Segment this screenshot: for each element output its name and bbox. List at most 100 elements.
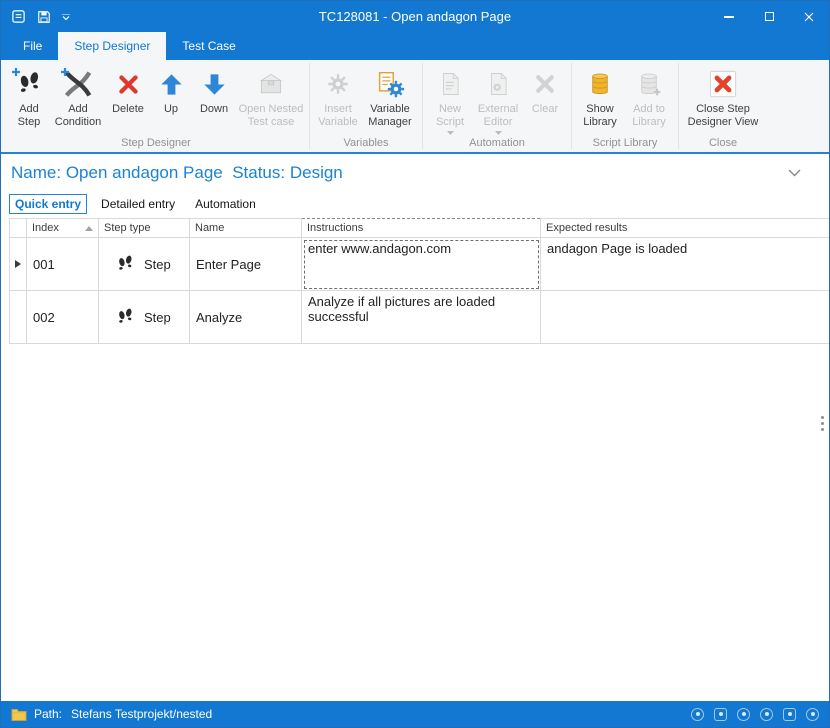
maximize-button[interactable] [749, 1, 789, 32]
entry-tab-bar: Quick entry Detailed entry Automation [1, 192, 829, 216]
quick-access-toolbar [1, 9, 70, 24]
group-label-automation: Automation [424, 136, 570, 152]
clear-button: Clear [523, 62, 567, 136]
tab-detailed-entry[interactable]: Detailed entry [95, 194, 181, 214]
arrow-down-icon [202, 67, 227, 101]
column-header-step-type[interactable]: Step type [99, 219, 190, 238]
status-indicator-icon[interactable] [714, 708, 727, 721]
dropdown-caret-icon [495, 131, 502, 135]
cell-name[interactable]: Enter Page [190, 238, 302, 291]
row-selector-cell[interactable] [10, 238, 27, 291]
minimize-button[interactable] [709, 1, 749, 32]
column-header-expected-results[interactable]: Expected results [541, 219, 830, 238]
ribbon-group-variables: Insert Variable Variable Manager Variabl… [311, 60, 421, 152]
row-selector-cell[interactable] [10, 291, 27, 344]
database-icon [587, 67, 613, 101]
maximize-icon [765, 12, 774, 21]
document-gear-icon [485, 67, 511, 101]
add-condition-button[interactable]: Add Condition [51, 62, 105, 136]
group-label-step-designer: Step Designer [4, 136, 308, 152]
delete-button[interactable]: Delete [105, 62, 151, 136]
cell-name[interactable]: Analyze [190, 291, 302, 344]
arrow-up-icon [159, 67, 184, 101]
step-grid-area: Index Step type Name Instructions Expect… [1, 216, 829, 701]
document-header: Name: Open andagon Page Status: Design [1, 154, 829, 192]
statusbar: Path: Stefans Testprojekt/nested [1, 701, 829, 727]
tab-file[interactable]: File [7, 32, 58, 60]
ribbon-tab-bar: File Step Designer Test Case [1, 32, 829, 60]
step-footprints-icon [115, 254, 135, 274]
table-row[interactable]: 002 Step Analyze Analyze if all pictures… [10, 291, 830, 344]
group-label-close: Close [680, 136, 766, 152]
add-step-icon [15, 67, 43, 101]
table-header-row: Index Step type Name Instructions Expect… [10, 219, 830, 238]
document-icon [437, 67, 463, 101]
ribbon-separator [678, 63, 679, 149]
tab-test-case[interactable]: Test Case [166, 32, 251, 60]
ribbon-separator [422, 63, 423, 149]
column-header-index[interactable]: Index [27, 219, 99, 238]
dropdown-caret-icon [447, 131, 454, 135]
tab-step-designer[interactable]: Step Designer [58, 32, 166, 60]
cell-expected-results[interactable] [541, 291, 830, 344]
sort-ascending-icon [85, 226, 93, 231]
open-nested-test-case-button: Open Nested Test case [237, 62, 305, 136]
step-type-label: Step [144, 257, 171, 272]
status-indicator-icon[interactable] [691, 708, 704, 721]
cell-expected-results[interactable]: andagon Page is loaded [541, 238, 830, 291]
app-window: TC128081 - Open andagon Page File Step D… [0, 0, 830, 728]
add-step-button[interactable]: Add Step [7, 62, 51, 136]
close-step-designer-view-button[interactable]: Close Step Designer View [683, 62, 763, 136]
move-down-button[interactable]: Down [191, 62, 237, 136]
status-indicator-icon[interactable] [737, 708, 750, 721]
ribbon: Add Step Add Condition Delete [1, 60, 829, 154]
column-header-instructions[interactable]: Instructions [302, 219, 541, 238]
window-title: TC128081 - Open andagon Page [1, 9, 829, 24]
tab-quick-entry[interactable]: Quick entry [9, 194, 87, 214]
ribbon-separator [309, 63, 310, 149]
clear-x-icon [533, 67, 557, 101]
status-label: Status: [232, 163, 285, 182]
save-icon[interactable] [37, 10, 51, 24]
status-indicator-icon[interactable] [806, 708, 819, 721]
move-up-button[interactable]: Up [151, 62, 191, 136]
app-icon[interactable] [11, 9, 26, 24]
close-icon [804, 12, 814, 22]
status-value: Design [290, 163, 343, 182]
chevron-down-icon [788, 169, 801, 177]
status-indicator-icon[interactable] [783, 708, 796, 721]
plus-badge-icon [11, 67, 21, 77]
cell-index[interactable]: 002 [27, 291, 99, 344]
new-script-button: New Script [427, 62, 473, 136]
close-button[interactable] [789, 1, 829, 32]
insert-variable-button: Insert Variable [314, 62, 362, 136]
cell-instructions[interactable]: enter www.andagon.com [302, 238, 541, 291]
titlebar: TC128081 - Open andagon Page [1, 1, 829, 32]
name-label: Name: [11, 163, 61, 182]
cell-index[interactable]: 001 [27, 238, 99, 291]
quick-access-dropdown-icon[interactable] [62, 14, 70, 20]
more-options-icon[interactable] [821, 416, 824, 431]
boxed-red-x-icon [708, 67, 738, 101]
plus-badge-icon [60, 67, 70, 77]
database-plus-icon [636, 67, 662, 101]
cell-step-type[interactable]: Step [99, 291, 190, 344]
row-selector-header [10, 219, 27, 238]
column-header-name[interactable]: Name [190, 219, 302, 238]
ribbon-group-close: Close Step Designer View Close [680, 60, 766, 152]
collapse-panel-button[interactable] [788, 169, 801, 177]
tab-automation[interactable]: Automation [189, 194, 262, 214]
show-library-button[interactable]: Show Library [576, 62, 624, 136]
variable-manager-button[interactable]: Variable Manager [362, 62, 418, 136]
table-row[interactable]: 001 Step Enter Page enter www.andagon.co… [10, 238, 830, 291]
gear-icon [325, 67, 351, 101]
document-gear-icon [376, 67, 405, 101]
ribbon-group-step-designer: Add Step Add Condition Delete [4, 60, 308, 152]
ribbon-group-script-library: Show Library Add to Library Script Libra… [573, 60, 677, 152]
status-indicator-icon[interactable] [760, 708, 773, 721]
ribbon-group-automation: New Script External Editor Clear [424, 60, 570, 152]
current-row-arrow-icon [15, 260, 21, 268]
cell-step-type[interactable]: Step [99, 238, 190, 291]
group-label-script-library: Script Library [573, 136, 677, 152]
cell-instructions[interactable]: Analyze if all pictures are loaded succe… [302, 291, 541, 344]
